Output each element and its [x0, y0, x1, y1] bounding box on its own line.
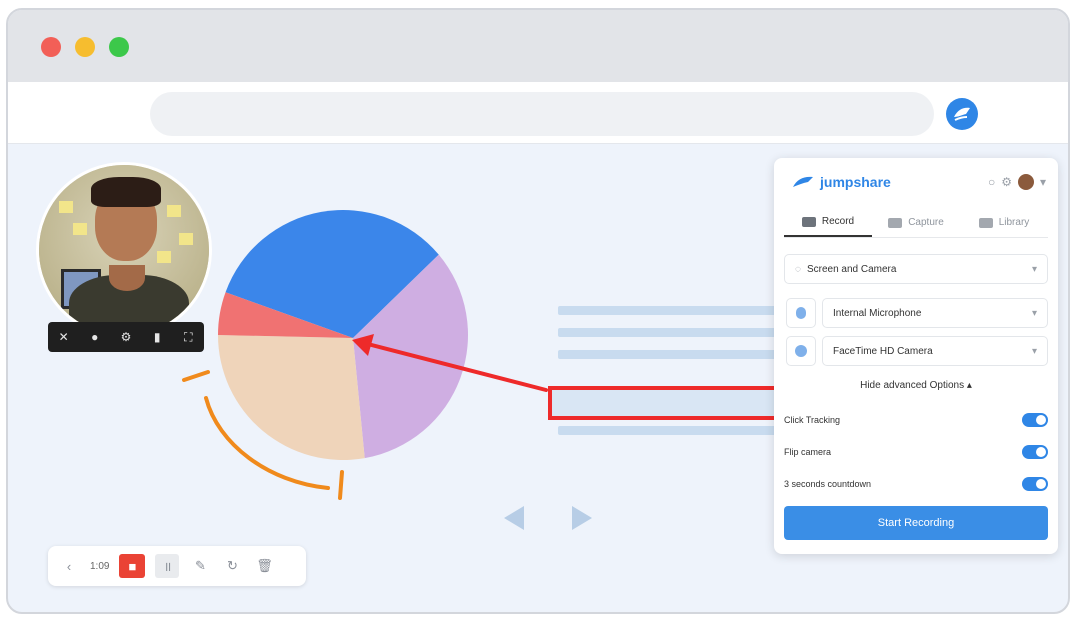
advanced-options-link[interactable]: Hide advanced Options ▴ [774, 380, 1058, 391]
option-label: 3 seconds countdown [784, 479, 872, 489]
panel-header-icons: ○ ⚙ ▾ [988, 174, 1046, 190]
countdown-toggle[interactable] [1022, 477, 1048, 491]
slide-navigation [504, 506, 592, 530]
browser-window: ✕ ● ⚙ ▮ ⛶ ‹ 1:09 ■ ॥ ✎ ↻ 🗑 jumpshare ○ ⚙… [6, 8, 1070, 614]
click-tracking-toggle[interactable] [1022, 413, 1048, 427]
bell-icon[interactable]: ○ [988, 175, 995, 189]
tab-label: Record [821, 216, 855, 227]
chevron-down-icon: ▾ [1031, 263, 1037, 275]
pen-icon[interactable]: ✎ [189, 554, 211, 578]
jumpshare-panel: jumpshare ○ ⚙ ▾ Record Capture Library ◌… [774, 158, 1058, 554]
text-line [558, 306, 788, 315]
tab-record[interactable]: Record [784, 208, 872, 237]
screenshot-icon [888, 217, 903, 228]
red-rectangle-annotation [548, 386, 788, 420]
option-label: Click Tracking [784, 415, 841, 425]
webcam-controls: ✕ ● ⚙ ▮ ⛶ [48, 322, 204, 352]
pause-button[interactable]: ॥ [155, 554, 180, 578]
close-icon[interactable]: ✕ [58, 330, 70, 344]
record-dot-icon[interactable]: ● [89, 330, 101, 344]
capture-mode-value: Screen and Camera [806, 263, 897, 275]
chevron-down-icon[interactable]: ▾ [1040, 175, 1046, 189]
drawing-toolbar: ‹ 1:09 ■ ॥ ✎ ↻ 🗑 [48, 546, 306, 586]
avatar[interactable] [1017, 174, 1034, 190]
capture-mode-select[interactable]: ◌ Screen and Camera ▾ [784, 254, 1048, 284]
option-click-tracking: Click Tracking [784, 410, 1048, 430]
camera-icon [786, 336, 816, 366]
option-countdown: 3 seconds countdown [784, 474, 1048, 494]
brand-name: jumpshare [820, 174, 891, 190]
title-bar [8, 10, 1068, 82]
tab-library[interactable]: Library [960, 208, 1048, 237]
option-label: Flip camera [784, 447, 832, 457]
next-arrow-icon[interactable] [572, 506, 592, 530]
jumpshare-logo-icon [793, 176, 813, 187]
red-arrow-annotation [352, 334, 548, 392]
minimize-window-button[interactable] [75, 37, 95, 57]
jumpshare-extension-icon[interactable] [946, 98, 978, 130]
text-line [558, 350, 788, 359]
delete-icon[interactable]: 🗑 [253, 554, 275, 578]
start-recording-button[interactable]: Start Recording [784, 506, 1048, 540]
page-content: ✕ ● ⚙ ▮ ⛶ ‹ 1:09 ■ ॥ ✎ ↻ 🗑 jumpshare ○ ⚙… [8, 144, 1068, 612]
restart-icon[interactable]: ↻ [221, 554, 243, 578]
webcam-bubble[interactable] [36, 162, 212, 338]
recording-timer: 1:09 [90, 560, 110, 572]
browser-toolbar [8, 82, 1068, 144]
library-icon [978, 217, 993, 228]
camera-value: FaceTime HD Camera [833, 345, 933, 357]
tab-label: Library [998, 217, 1030, 228]
text-line [558, 328, 788, 337]
panel-tabs: Record Capture Library [784, 208, 1048, 238]
collapse-chevron-icon[interactable]: ‹ [58, 554, 80, 578]
microphone-icon [786, 298, 816, 328]
brand-logo: jumpshare [792, 172, 891, 192]
fullscreen-icon[interactable]: ⛶ [182, 330, 194, 344]
settings-icon[interactable]: ⚙ [120, 330, 132, 344]
trash-icon[interactable]: ▮ [151, 330, 163, 344]
address-bar[interactable] [150, 92, 934, 136]
stop-recording-button[interactable]: ■ [119, 554, 146, 578]
gear-icon[interactable]: ⚙ [1001, 175, 1012, 189]
tab-label: Capture [908, 217, 944, 228]
chevron-down-icon: ▾ [1031, 307, 1037, 319]
option-flip-camera: Flip camera [784, 442, 1048, 462]
chevron-down-icon: ▾ [1031, 345, 1037, 357]
microphone-value: Internal Microphone [833, 307, 922, 319]
text-line [558, 426, 788, 435]
chevron-up-icon: ▴ [966, 380, 972, 391]
tab-capture[interactable]: Capture [872, 208, 960, 237]
close-window-button[interactable] [41, 37, 61, 57]
microphone-select[interactable]: Internal Microphone ▾ [822, 298, 1048, 328]
camera-select[interactable]: FaceTime HD Camera ▾ [822, 336, 1048, 366]
previous-arrow-icon[interactable] [504, 506, 524, 530]
screen-icon: ◌ [795, 263, 801, 275]
maximize-window-button[interactable] [109, 37, 129, 57]
video-camera-icon [801, 216, 816, 227]
flip-camera-toggle[interactable] [1022, 445, 1048, 459]
